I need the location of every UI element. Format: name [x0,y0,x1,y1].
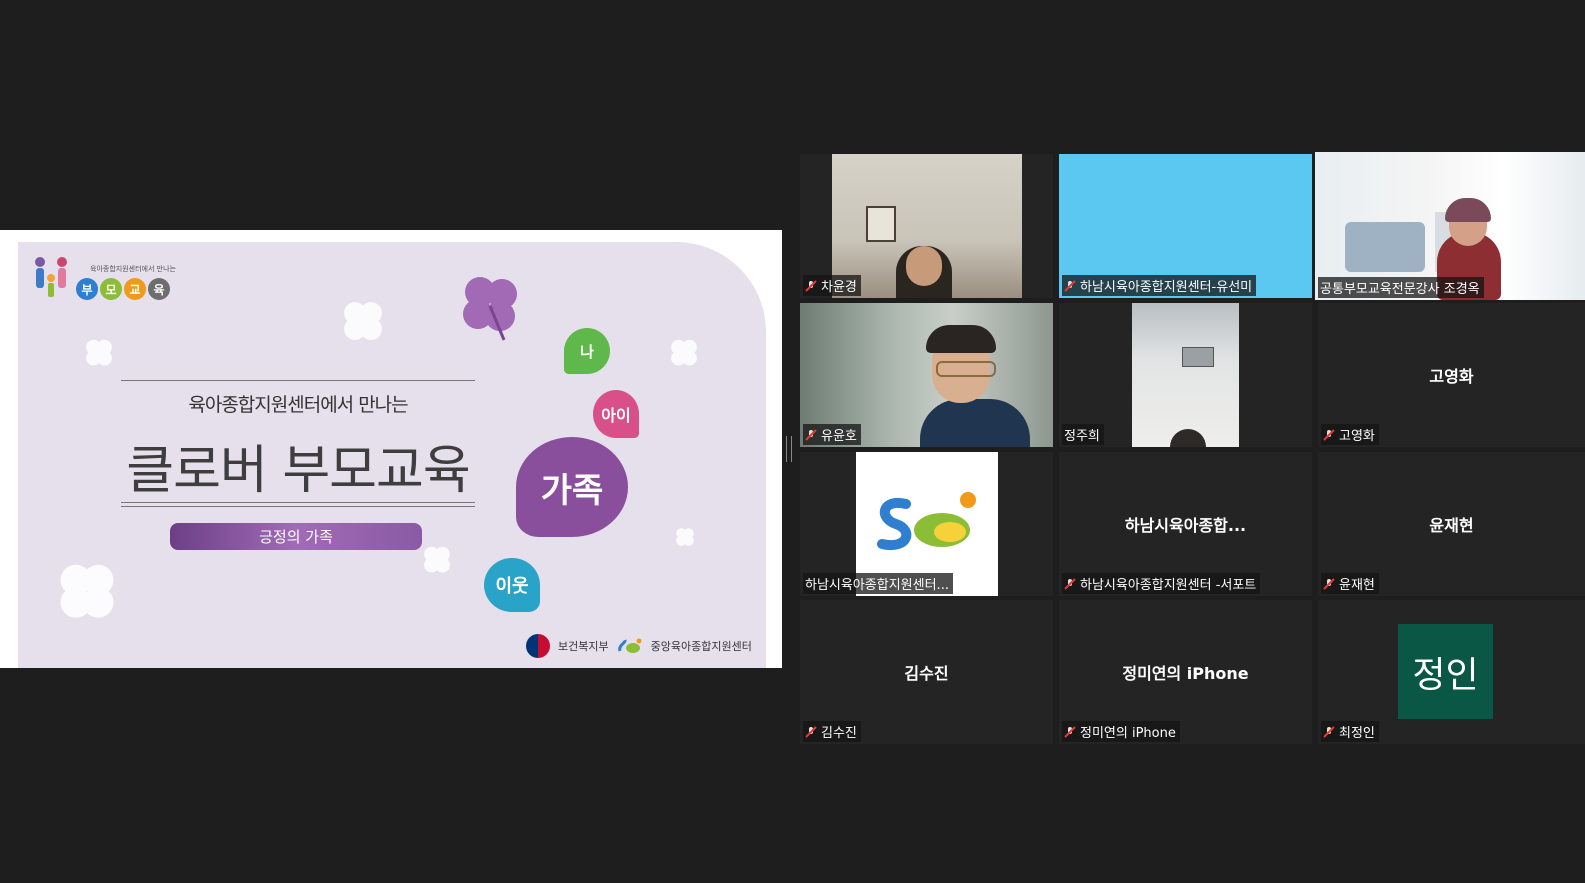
brand-char: 육 [148,278,170,300]
heart-child: 아이 [593,390,639,438]
mic-muted-icon [1064,279,1076,292]
title-rule-bottom [121,502,475,507]
participant-display-name: 김수진 [904,664,949,683]
brand-char: 모 [100,278,122,300]
participant-tile[interactable]: 하남시육아종합지원센터-유선미 [1059,154,1312,298]
government-emblem-icon [526,634,550,658]
family-illustration-icon [35,257,67,297]
title-rule-top [121,380,475,381]
participant-tile[interactable]: 정인 최정인 [1318,600,1585,744]
heart-family: 가족 [516,437,628,537]
participant-display-name: 고영화 [1429,367,1474,386]
slide-subtitle: 육아종합지원센터에서 만나는 [188,394,408,416]
shared-screen: 육아종합지원센터에서 만나는 부 모 교 육 육아종합지원센터에서 만나는 클로… [0,230,782,668]
brand-title: 부 모 교 육 [76,278,170,300]
mic-muted-icon [1064,725,1076,738]
heart-label: 나 [580,342,594,361]
heart-label: 이웃 [495,576,529,597]
heart-neighbor: 이웃 [484,558,540,612]
heart-label: 가족 [540,470,604,511]
white-clover-icon [424,546,450,573]
participant-name-label: 고영화 [1321,424,1379,445]
brand-char: 부 [76,278,98,300]
participant-name-label: 하남시육아종합지원센터... [803,573,953,594]
brand-logo: 육아종합지원센터에서 만나는 부 모 교 육 [32,254,182,306]
brand-subtitle: 육아종합지원센터에서 만나는 [90,265,176,273]
slide-topic-pill: 긍정의 가족 [170,523,422,550]
slide-footer: 보건복지부 중앙육아종합지원센터 [526,634,752,658]
purple-clover-icon [463,277,517,341]
center-logo-icon [877,492,976,551]
participant-display-name: 하남시육아종합... [1124,516,1247,535]
participant-tile[interactable]: 정주희 [1059,303,1312,447]
brand-char: 교 [124,278,146,300]
white-clover-icon [344,302,382,340]
heart-me: 나 [564,328,610,374]
participant-name-label: 정미연의 iPhone [1062,721,1180,742]
participant-name-label: 정주희 [1062,424,1104,445]
mic-muted-icon [805,428,817,441]
mic-muted-icon [1323,428,1335,441]
participant-name-label: 차윤경 [803,275,861,296]
participant-tile-active-speaker[interactable]: 공통부모교육전문강사 조경옥 [1315,152,1585,300]
mic-muted-icon [1323,577,1335,590]
white-clover-icon [676,528,694,546]
profile-avatar: 정인 [1398,624,1493,719]
participant-tile[interactable]: 정미연의 iPhone 정미연의 iPhone [1059,600,1312,744]
participant-name-label: 유윤호 [803,424,861,445]
heart-label: 아이 [601,406,631,425]
participant-tile[interactable]: 하남시육아종합... 하남시육아종합지원센터 -서포트 [1059,452,1312,596]
participant-name-label: 공통부모교육전문강사 조경옥 [1318,277,1484,298]
participant-name-label: 하남시육아종합지원센터 -서포트 [1062,573,1261,594]
white-clover-icon [60,564,114,618]
participant-name-label: 윤재현 [1321,573,1379,594]
participant-tile[interactable]: 김수진 김수진 [800,600,1053,744]
participant-name-label: 김수진 [803,721,861,742]
participant-video [1132,303,1239,447]
center-name: 중앙육아종합지원센터 [650,640,752,653]
participant-tile[interactable]: 유윤호 [800,303,1053,447]
center-logo-icon [617,638,642,653]
participant-tile[interactable]: 차윤경 [800,154,1053,298]
mic-muted-icon [1323,725,1335,738]
split-view-drag-handle[interactable] [786,436,792,462]
mic-muted-icon [805,279,817,292]
white-clover-icon [86,339,112,366]
participant-tile[interactable]: 윤재현 윤재현 [1318,452,1585,596]
slide-title: 클로버 부모교육 [126,441,470,501]
mic-muted-icon [1064,577,1076,590]
ministry-name: 보건복지부 [558,640,609,653]
participant-tile[interactable]: 하남시육아종합지원센터... [800,452,1053,596]
white-clover-icon [671,339,697,366]
participant-tile[interactable]: 고영화 고영화 [1318,303,1585,447]
mic-muted-icon [805,725,817,738]
participant-display-name: 정미연의 iPhone [1122,664,1249,683]
participant-name-label: 하남시육아종합지원센터-유선미 [1062,275,1257,296]
participant-name-label: 최정인 [1321,721,1379,742]
participant-display-name: 윤재현 [1429,516,1474,535]
